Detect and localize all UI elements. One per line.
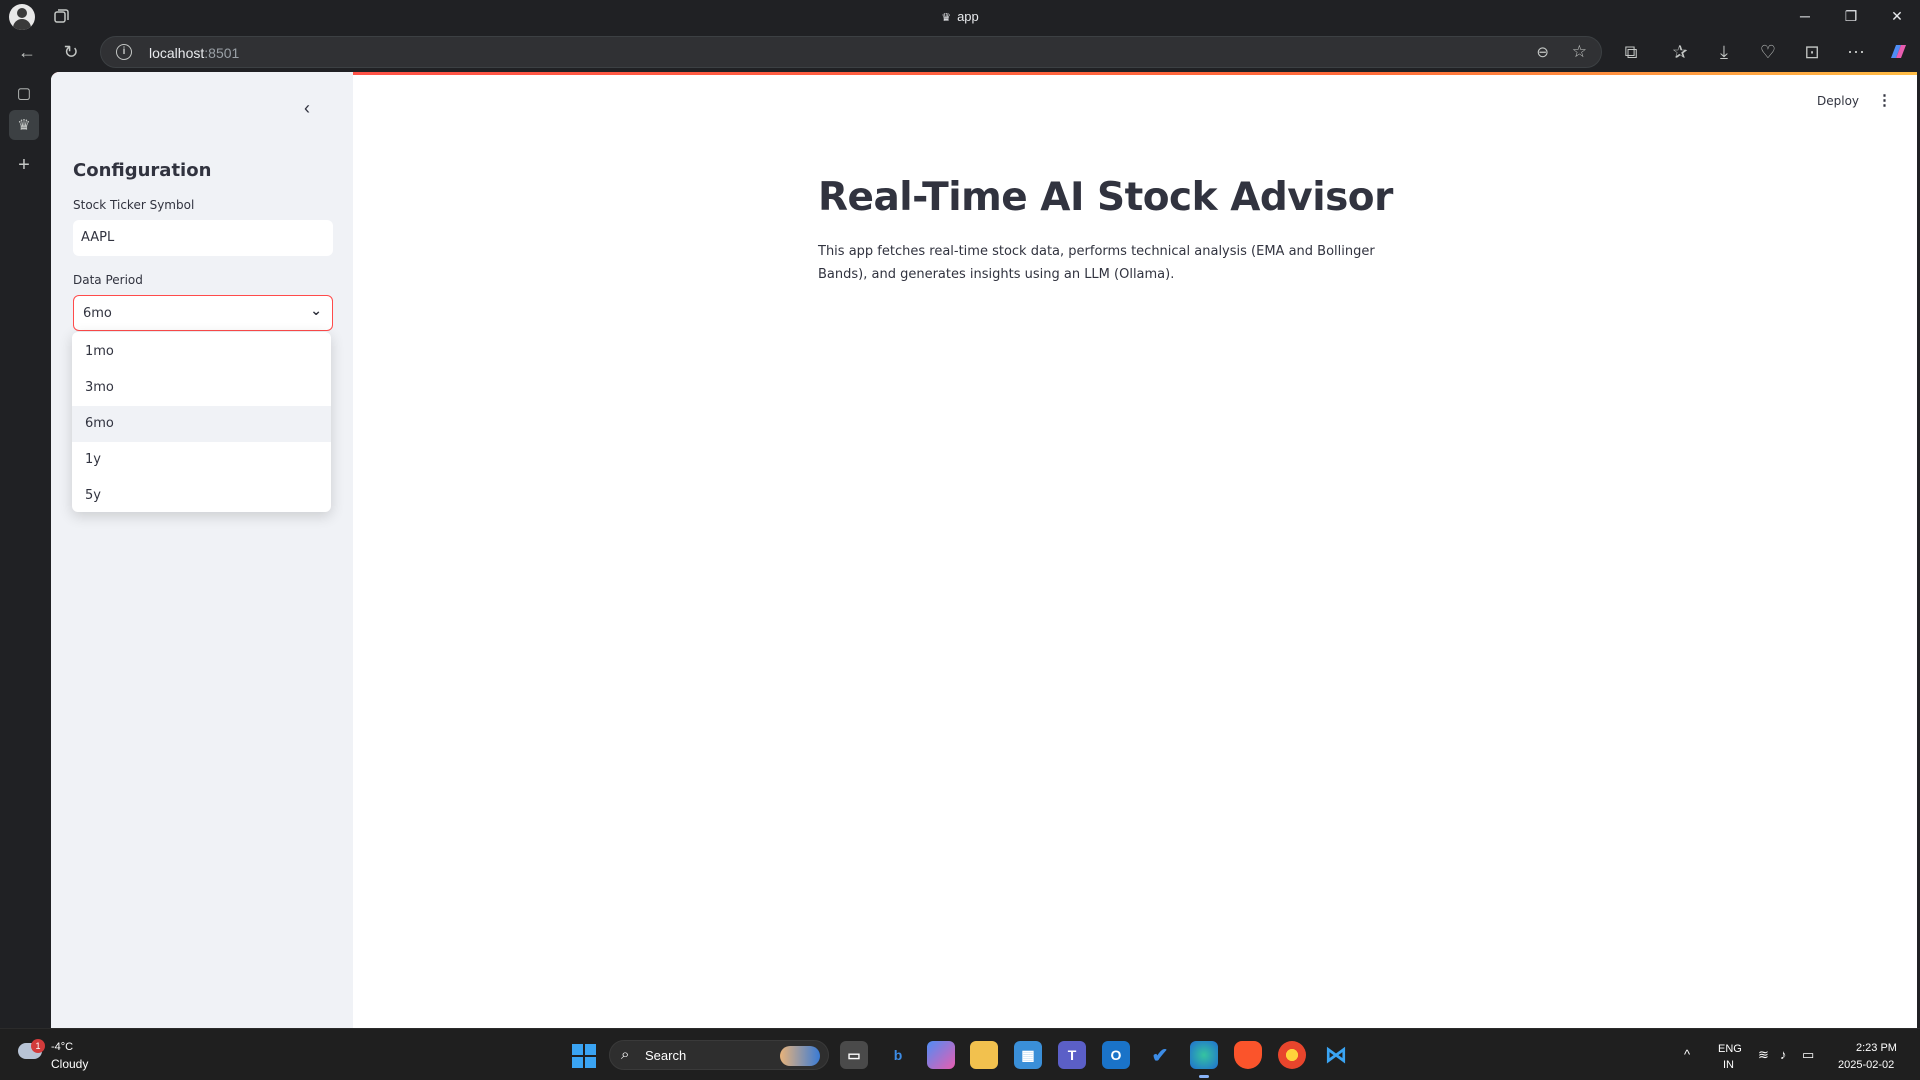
url-text[interactable]: localhost:8501 (149, 45, 239, 61)
copilot-app-icon[interactable] (927, 1041, 955, 1069)
copilot-icon[interactable] (1884, 38, 1912, 66)
taskbar-search[interactable]: ⌕ Search (609, 1040, 829, 1070)
tab-title[interactable]: ♛ app (0, 9, 1920, 24)
brave-icon[interactable] (1234, 1041, 1262, 1069)
period-dropdown-menu: 1mo 3mo 6mo 1y 5y (72, 332, 331, 512)
site-info-icon[interactable]: i (116, 44, 132, 60)
bing-icon[interactable]: b (884, 1041, 912, 1069)
period-label: Data Period (73, 273, 143, 287)
ticker-input[interactable]: AAPL (73, 220, 333, 256)
taskbar: 1 -4°C Cloudy ⌕ Search ▭ b ▦ T O ✔ ⋈ ^ E… (0, 1028, 1920, 1080)
outlook-icon[interactable]: O (1102, 1041, 1130, 1069)
weather-temperature[interactable]: -4°C (51, 1041, 73, 1053)
task-view-icon[interactable]: ▭ (840, 1041, 868, 1069)
sidebar-title: Configuration (73, 160, 212, 181)
address-bar[interactable]: i localhost:8501 ⊖ ☆ (100, 36, 1602, 68)
sidebar: ‹ Configuration Stock Ticker Symbol AAPL… (51, 72, 353, 1028)
favorite-star-icon[interactable]: ☆ (1572, 42, 1587, 62)
vscode-icon[interactable]: ⋈ (1322, 1041, 1350, 1069)
weather-condition[interactable]: Cloudy (51, 1057, 88, 1071)
language-primary[interactable]: ENG (1718, 1043, 1742, 1055)
search-highlight-image (780, 1046, 820, 1066)
favorites-icon[interactable]: ✰ (1666, 38, 1694, 66)
period-option-3mo[interactable]: 3mo (72, 370, 331, 406)
period-select-value: 6mo (83, 306, 112, 321)
browser-toolbar: ← ↻ i localhost:8501 ⊖ ☆ ⧉ ✰ ⤓ ♡ ⊡ ⋯ (0, 32, 1920, 72)
todo-icon[interactable]: ✔ (1146, 1041, 1174, 1069)
app-menu-icon[interactable]: ⋮ (1877, 91, 1892, 109)
back-arrow-icon[interactable]: ← (13, 38, 41, 66)
app-tab-icon[interactable]: ♛ (9, 110, 39, 140)
edge-icon[interactable] (1190, 1041, 1218, 1078)
store-icon[interactable]: ▦ (1014, 1041, 1042, 1069)
browser-essentials-icon[interactable]: ♡ (1754, 38, 1782, 66)
collapse-sidebar-icon[interactable]: ‹ (304, 98, 310, 119)
period-select[interactable]: 6mo ⌄ (73, 295, 333, 331)
language-secondary[interactable]: IN (1723, 1059, 1734, 1071)
search-icon: ⌕ (621, 1046, 630, 1063)
zoom-out-icon[interactable]: ⊖ (1536, 43, 1549, 61)
weather-badge: 1 (31, 1039, 45, 1053)
teams-icon[interactable]: T (1058, 1041, 1086, 1069)
wifi-icon[interactable]: ≋ (1758, 1047, 1769, 1063)
show-hidden-icons-icon[interactable]: ^ (1684, 1047, 1690, 1062)
chevron-down-icon: ⌄ (310, 303, 322, 319)
page-viewport: ‹ Configuration Stock Ticker Symbol AAPL… (51, 72, 1917, 1028)
period-option-1mo[interactable]: 1mo (72, 334, 331, 370)
volume-icon[interactable]: ♪ (1780, 1047, 1787, 1062)
reload-icon[interactable]: ↻ (57, 38, 85, 66)
period-option-1y[interactable]: 1y (72, 442, 331, 478)
ticker-label: Stock Ticker Symbol (73, 198, 195, 212)
clock-date[interactable]: 2025-02-02 (1838, 1059, 1894, 1071)
deploy-button[interactable]: Deploy (1817, 94, 1859, 108)
search-label: Search (645, 1048, 687, 1063)
streamlit-crown-icon: ♛ (941, 12, 952, 24)
chrome-icon[interactable] (1278, 1041, 1306, 1069)
screenshot-icon[interactable]: ⊡ (1798, 38, 1826, 66)
clock-time[interactable]: 2:23 PM (1856, 1042, 1897, 1054)
downloads-icon[interactable]: ⤓ (1710, 38, 1738, 66)
page-title: Real-Time AI Stock Advisor (818, 175, 1393, 220)
extensions-icon[interactable]: ⧉ (1617, 38, 1645, 66)
restore-button[interactable]: ❐ (1828, 0, 1874, 32)
period-option-6mo[interactable]: 6mo (72, 406, 331, 442)
windows-start-icon[interactable] (572, 1044, 596, 1068)
new-tab-icon[interactable]: + (9, 150, 39, 180)
vertical-tab-strip: ▢ ♛ + (0, 72, 48, 1028)
browser-titlebar: ♛ app ─ ❐ ✕ (0, 0, 1920, 32)
more-menu-icon[interactable]: ⋯ (1842, 38, 1870, 66)
minimize-button[interactable]: ─ (1782, 0, 1828, 32)
close-window-button[interactable]: ✕ (1874, 0, 1920, 32)
tab-actions-icon[interactable]: ▢ (9, 78, 39, 108)
file-explorer-icon[interactable] (970, 1041, 998, 1069)
page-description: This app fetches real-time stock data, p… (818, 244, 1375, 282)
period-option-5y[interactable]: 5y (72, 478, 331, 514)
battery-icon[interactable]: ▭ (1802, 1047, 1814, 1063)
